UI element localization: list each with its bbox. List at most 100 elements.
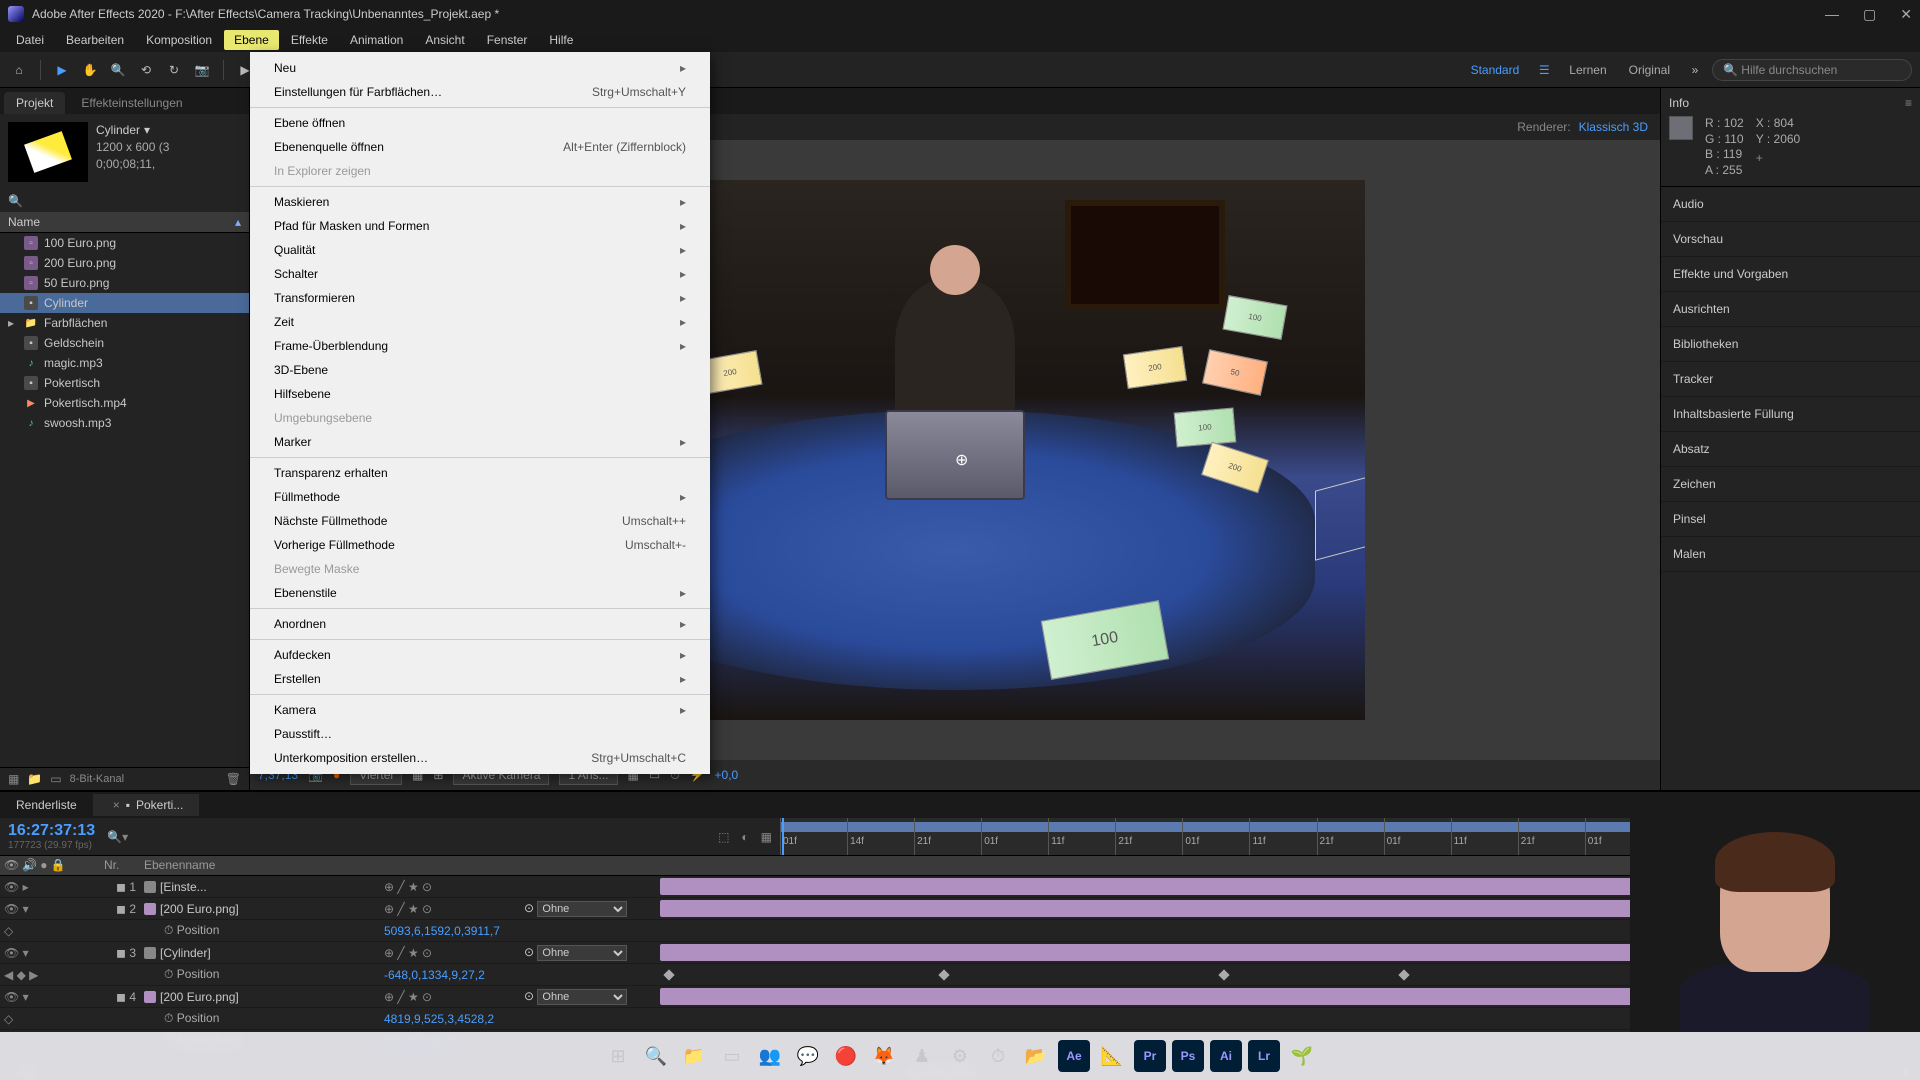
project-item[interactable]: ▪Pokertisch (0, 373, 249, 393)
menu-item[interactable]: Kamera▸ (250, 698, 710, 722)
taskbar-icon[interactable]: 🔍 (640, 1040, 672, 1072)
workspace-lernen[interactable]: Lernen (1561, 61, 1614, 79)
taskbar-icon[interactable]: ♟ (906, 1040, 938, 1072)
tl-tool1[interactable]: ⬚ (718, 830, 729, 844)
tab-comp-timeline[interactable]: ×▪ Pokerti... (93, 794, 200, 816)
menu-item[interactable]: Marker▸ (250, 430, 710, 454)
trash-icon[interactable]: 🗑 (226, 772, 241, 786)
project-item[interactable]: ♪magic.mp3 (0, 353, 249, 373)
panel-menu-icon[interactable]: ≡ (1905, 96, 1912, 110)
taskbar-icon[interactable]: 🔴 (830, 1040, 862, 1072)
side-panel-tracker[interactable]: Tracker (1661, 362, 1920, 397)
taskbar-icon[interactable]: Lr (1248, 1040, 1280, 1072)
side-panel-effekte-und-vorgaben[interactable]: Effekte und Vorgaben (1661, 257, 1920, 292)
menu-item[interactable]: Aufdecken▸ (250, 643, 710, 667)
menu-item[interactable]: 3D-Ebene (250, 358, 710, 382)
orbit-tool[interactable]: ⟲ (135, 59, 157, 81)
exposure[interactable]: +0,0 (715, 768, 739, 782)
ruler-tick[interactable]: 01f (780, 818, 847, 855)
side-panel-inhaltsbasierte-füllung[interactable]: Inhaltsbasierte Füllung (1661, 397, 1920, 432)
ruler-tick[interactable]: 21f (1317, 818, 1384, 855)
menu-effekte[interactable]: Effekte (281, 30, 338, 50)
bit-depth[interactable]: 8-Bit-Kanal (70, 773, 124, 785)
current-time[interactable]: 16:27:37:13 (8, 822, 95, 840)
taskbar-icon[interactable]: ⊞ (602, 1040, 634, 1072)
taskbar-icon[interactable]: 🌱 (1286, 1040, 1318, 1072)
ruler-tick[interactable]: 11f (1249, 818, 1316, 855)
interpret-icon[interactable]: ▦ (8, 772, 19, 786)
project-item[interactable]: ▸📁Farbflächen (0, 313, 249, 333)
ruler-tick[interactable]: 14f (847, 818, 914, 855)
project-list-header[interactable]: Name▴ (0, 212, 249, 233)
expand-icon[interactable]: » (1684, 59, 1706, 81)
menu-item[interactable]: Schalter▸ (250, 262, 710, 286)
side-panel-bibliotheken[interactable]: Bibliotheken (1661, 327, 1920, 362)
side-panel-absatz[interactable]: Absatz (1661, 432, 1920, 467)
menu-item[interactable]: Unterkomposition erstellen…Strg+Umschalt… (250, 746, 710, 770)
taskbar-icon[interactable]: Pr (1134, 1040, 1166, 1072)
side-panel-zeichen[interactable]: Zeichen (1661, 467, 1920, 502)
taskbar-icon[interactable]: Ae (1058, 1040, 1090, 1072)
close-button[interactable]: ✕ (1900, 6, 1912, 23)
project-item[interactable]: ▫50 Euro.png (0, 273, 249, 293)
selection-tool[interactable]: ▶ (51, 59, 73, 81)
home-icon[interactable]: ⌂ (8, 59, 30, 81)
timeline-search-icon[interactable]: 🔍▾ (107, 830, 128, 844)
menu-item[interactable]: Nächste FüllmethodeUmschalt++ (250, 509, 710, 533)
tab-projekt[interactable]: Projekt (4, 92, 65, 114)
ruler-tick[interactable]: 01f (1182, 818, 1249, 855)
search-icon[interactable]: 🔍 (8, 194, 23, 208)
project-item[interactable]: ▫100 Euro.png (0, 233, 249, 253)
minimize-button[interactable]: — (1825, 6, 1839, 23)
menu-item[interactable]: Transformieren▸ (250, 286, 710, 310)
menu-item[interactable]: Anordnen▸ (250, 612, 710, 636)
search-input[interactable]: 🔍 Hilfe durchsuchen (1712, 59, 1912, 81)
side-panel-ausrichten[interactable]: Ausrichten (1661, 292, 1920, 327)
side-panel-pinsel[interactable]: Pinsel (1661, 502, 1920, 537)
taskbar-icon[interactable]: 📁 (678, 1040, 710, 1072)
ruler-tick[interactable]: 11f (1451, 818, 1518, 855)
taskbar-icon[interactable]: Ai (1210, 1040, 1242, 1072)
rotate-tool[interactable]: ↻ (163, 59, 185, 81)
project-item[interactable]: ♪swoosh.mp3 (0, 413, 249, 433)
menu-item[interactable]: Ebene öffnen (250, 111, 710, 135)
new-icon[interactable]: ▭ (50, 772, 61, 786)
folder-icon[interactable]: 📁 (27, 772, 42, 786)
ruler-tick[interactable]: 01f (981, 818, 1048, 855)
workspace-standard[interactable]: Standard (1463, 61, 1528, 79)
taskbar-icon[interactable]: 📂 (1020, 1040, 1052, 1072)
project-item[interactable]: ▪Geldschein (0, 333, 249, 353)
menu-komposition[interactable]: Komposition (136, 30, 222, 50)
menu-item[interactable]: Qualität▸ (250, 238, 710, 262)
menu-item[interactable]: Vorherige FüllmethodeUmschalt+- (250, 533, 710, 557)
menu-item[interactable]: Pfad für Masken und Formen▸ (250, 214, 710, 238)
menu-bearbeiten[interactable]: Bearbeiten (56, 30, 134, 50)
menu-item[interactable]: Maskieren▸ (250, 190, 710, 214)
taskbar-icon[interactable]: Ps (1172, 1040, 1204, 1072)
tl-tool3[interactable]: ▦ (761, 830, 772, 844)
project-item[interactable]: ▪Cylinder (0, 293, 249, 313)
side-panel-vorschau[interactable]: Vorschau (1661, 222, 1920, 257)
menu-item[interactable]: Ebenenstile▸ (250, 581, 710, 605)
taskbar-icon[interactable]: 🦊 (868, 1040, 900, 1072)
menu-item[interactable]: Ebenenquelle öffnenAlt+Enter (Ziffernblo… (250, 135, 710, 159)
hand-tool[interactable]: ✋ (79, 59, 101, 81)
hamburger-icon[interactable]: ☰ (1533, 59, 1555, 81)
menu-ebene[interactable]: Ebene (224, 30, 279, 50)
menu-item[interactable]: Zeit▸ (250, 310, 710, 334)
camera-tool[interactable]: 📷 (191, 59, 213, 81)
taskbar-icon[interactable]: ▭ (716, 1040, 748, 1072)
renderer-selector[interactable]: Renderer:Klassisch 3D (1517, 120, 1648, 134)
menu-datei[interactable]: Datei (6, 30, 54, 50)
menu-animation[interactable]: Animation (340, 30, 413, 50)
menu-item[interactable]: Neu▸ (250, 56, 710, 80)
side-panel-malen[interactable]: Malen (1661, 537, 1920, 572)
project-item[interactable]: ▫200 Euro.png (0, 253, 249, 273)
taskbar-icon[interactable]: ⚙ (944, 1040, 976, 1072)
zoom-tool[interactable]: 🔍 (107, 59, 129, 81)
menu-item[interactable]: Erstellen▸ (250, 667, 710, 691)
taskbar-icon[interactable]: 👥 (754, 1040, 786, 1072)
ruler-tick[interactable]: 01f (1384, 818, 1451, 855)
ruler-tick[interactable]: 11f (1048, 818, 1115, 855)
menu-item[interactable]: Füllmethode▸ (250, 485, 710, 509)
